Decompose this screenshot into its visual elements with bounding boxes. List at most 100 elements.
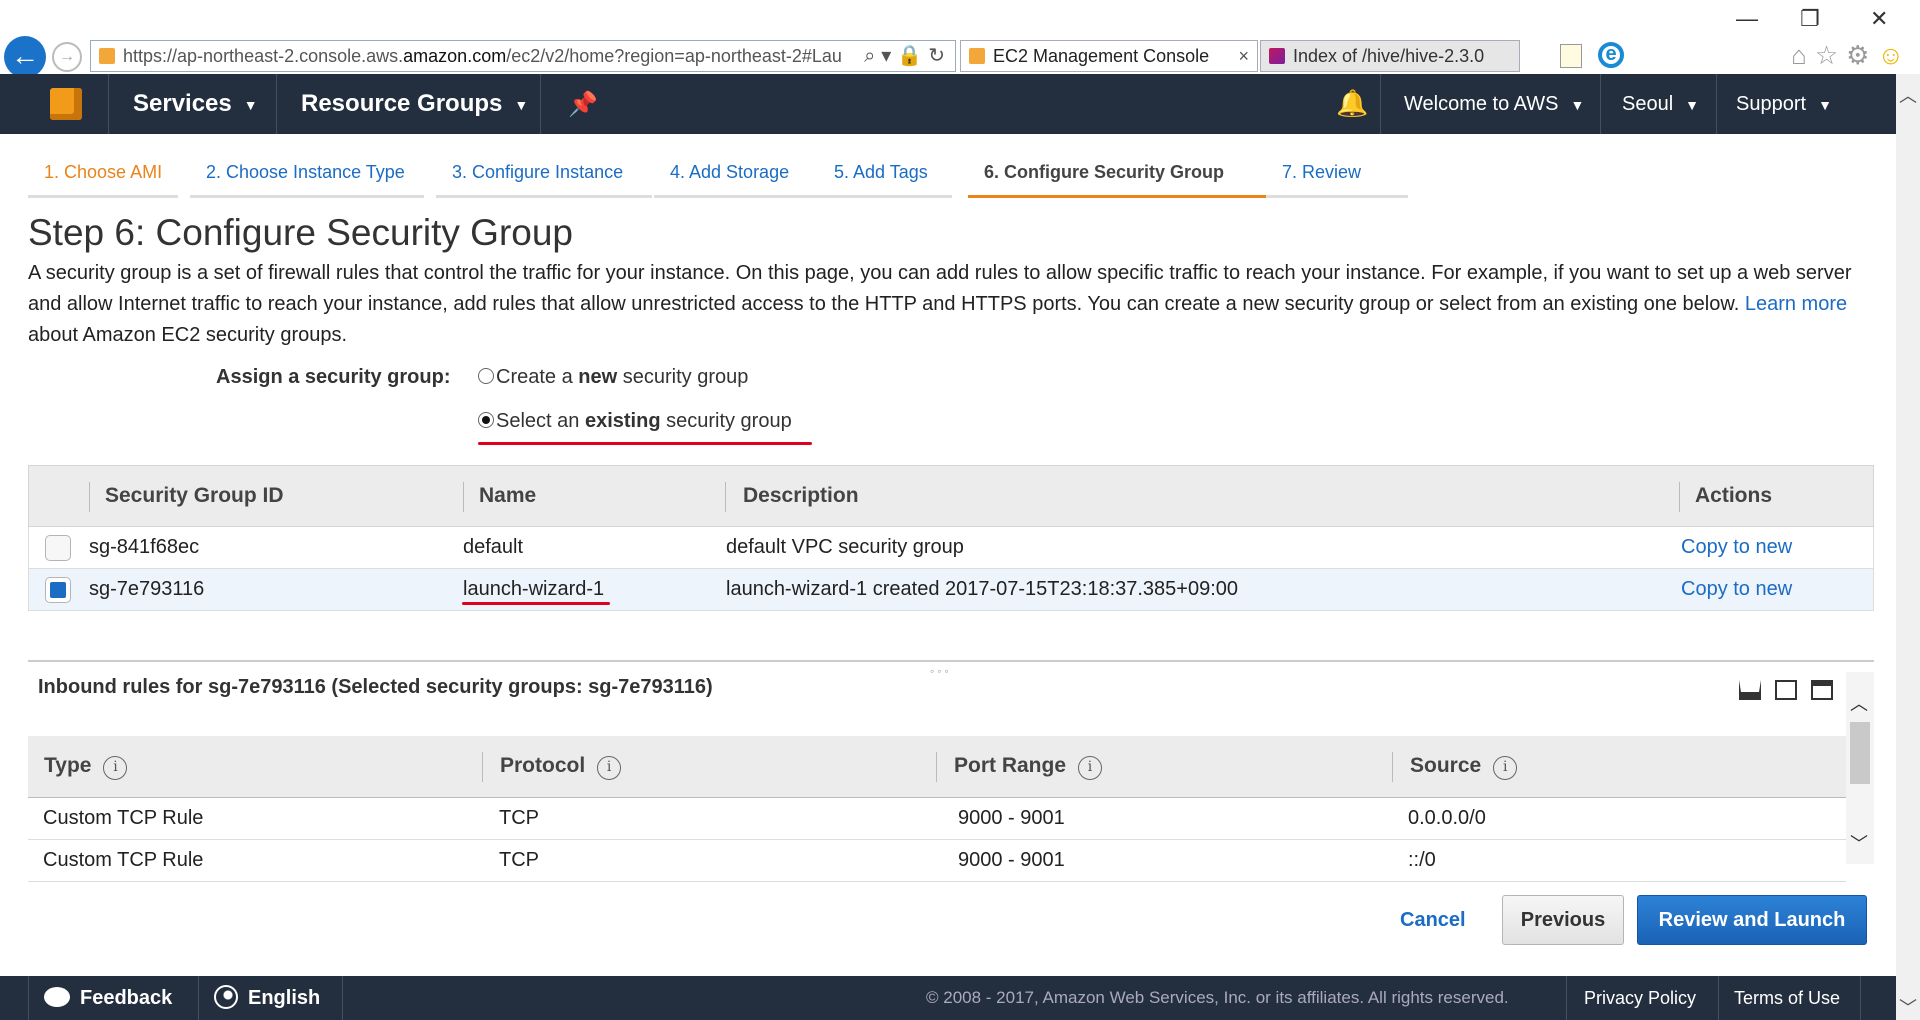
address-bar[interactable]: https://ap-northeast-2.console.aws.amazo… bbox=[90, 40, 956, 72]
divider bbox=[1600, 74, 1601, 134]
rule-port-range: 9000 - 9001 bbox=[958, 807, 1065, 829]
row-checkbox-checked[interactable] bbox=[45, 577, 71, 603]
caret-down-icon: ▼ bbox=[1818, 96, 1832, 113]
aws-favicon-icon bbox=[969, 48, 985, 64]
close-window-icon[interactable]: ✕ bbox=[1870, 6, 1888, 32]
info-icon[interactable]: i bbox=[597, 756, 622, 780]
aws-top-nav: Services ▼ Resource Groups ▼ 📌 🔔 Welcome t… bbox=[0, 74, 1896, 134]
step-review[interactable]: 7. Review bbox=[1266, 150, 1408, 198]
red-annotation-underline bbox=[478, 442, 812, 445]
gear-icon[interactable]: ⚙ bbox=[1846, 40, 1877, 70]
radio-create-new[interactable]: Create a new security group bbox=[478, 366, 748, 389]
new-tab-icon[interactable] bbox=[1560, 44, 1582, 68]
feather-favicon-icon bbox=[1269, 48, 1285, 64]
inbound-scrollbar[interactable]: ︿ ﹀ bbox=[1846, 672, 1874, 864]
copyright-text: © 2008 - 2017, Amazon Web Services, Inc.… bbox=[926, 988, 1509, 1007]
radio-select-existing[interactable]: Select an existing security group bbox=[478, 410, 792, 433]
rule-type: Custom TCP Rule bbox=[43, 849, 204, 871]
caret-down-icon: ▼ bbox=[1685, 96, 1700, 113]
smiley-icon[interactable]: ☺ bbox=[1877, 40, 1912, 70]
scroll-thumb[interactable] bbox=[1850, 722, 1870, 784]
aws-cube-icon[interactable] bbox=[40, 86, 92, 122]
globe-icon bbox=[214, 985, 238, 1009]
caret-down-icon: ▼ bbox=[514, 96, 529, 113]
table-header: Type i Protocol i Port Range i Source i bbox=[28, 736, 1846, 798]
lock-icon[interactable]: 🔒 bbox=[897, 45, 928, 67]
previous-button[interactable]: Previous bbox=[1502, 895, 1624, 945]
home-icon[interactable]: ⌂ bbox=[1791, 40, 1815, 70]
description-tail: about Amazon EC2 security groups. bbox=[28, 324, 348, 346]
tab-hive-index[interactable]: Index of /hive/hive-2.3.0 bbox=[1260, 40, 1520, 72]
col-name[interactable]: Name bbox=[479, 466, 536, 526]
col-protocol: Protocol i bbox=[500, 736, 622, 796]
step-add-tags[interactable]: 5. Add Tags bbox=[818, 150, 952, 198]
scroll-down-icon[interactable]: ﹀ bbox=[1850, 830, 1868, 856]
bell-icon[interactable]: 🔔 bbox=[1336, 88, 1368, 119]
url-domain: amazon.com bbox=[403, 46, 507, 66]
assign-security-group-label: Assign a security group: bbox=[216, 366, 451, 388]
terms-of-use-link[interactable]: Terms of Use bbox=[1734, 976, 1840, 1020]
scroll-down-icon[interactable]: ﹀ bbox=[1896, 994, 1920, 1018]
star-icon[interactable]: ☆ bbox=[1815, 40, 1846, 70]
resource-groups-menu[interactable]: Resource Groups ▼ bbox=[301, 74, 528, 134]
scroll-up-icon[interactable]: ︿ bbox=[1896, 82, 1920, 106]
info-icon[interactable]: i bbox=[103, 756, 128, 780]
description-text: A security group is a set of firewall ru… bbox=[28, 262, 1852, 315]
url-prefix: https://ap-northeast-2.console.aws. bbox=[123, 46, 404, 66]
table-row: Custom TCP Rule TCP 9000 - 9001 0.0.0.0/… bbox=[28, 798, 1846, 840]
step-configure-instance[interactable]: 3. Configure Instance bbox=[436, 150, 652, 198]
copy-to-new-link[interactable]: Copy to new bbox=[1681, 527, 1792, 567]
row-checkbox[interactable] bbox=[45, 535, 71, 561]
scroll-up-icon[interactable]: ︿ bbox=[1850, 690, 1868, 716]
page-scrollbar[interactable]: ︿ ﹀ bbox=[1896, 74, 1920, 1020]
col-security-group-id[interactable]: Security Group ID bbox=[105, 466, 284, 526]
page-description: A security group is a set of firewall ru… bbox=[28, 258, 1878, 351]
col-description[interactable]: Description bbox=[743, 466, 859, 526]
language-button[interactable]: English bbox=[214, 976, 320, 1020]
info-icon[interactable]: i bbox=[1078, 756, 1103, 780]
step-configure-security-group[interactable]: 6. Configure Security Group bbox=[968, 150, 1266, 198]
tab-close-icon[interactable]: × bbox=[1238, 41, 1249, 71]
account-menu[interactable]: Welcome to AWS ▼ bbox=[1404, 74, 1584, 134]
services-menu[interactable]: Services ▼ bbox=[133, 74, 258, 134]
info-icon[interactable]: i bbox=[1493, 756, 1518, 780]
tab-ec2-console[interactable]: EC2 Management Console × bbox=[960, 40, 1258, 72]
panel-half-icon[interactable] bbox=[1775, 680, 1797, 700]
privacy-policy-link[interactable]: Privacy Policy bbox=[1584, 976, 1696, 1020]
rule-protocol: TCP bbox=[499, 807, 539, 829]
table-header: Security Group ID Name Description Actio… bbox=[28, 465, 1874, 527]
support-menu[interactable]: Support ▼ bbox=[1736, 74, 1832, 134]
col-source: Source i bbox=[1410, 736, 1518, 796]
forward-arrow-icon[interactable]: → bbox=[52, 42, 82, 72]
step-choose-instance-type[interactable]: 2. Choose Instance Type bbox=[190, 150, 424, 198]
refresh-icon[interactable]: ↻ bbox=[928, 45, 951, 67]
radio-button[interactable] bbox=[478, 368, 494, 384]
feedback-button[interactable]: Feedback bbox=[44, 976, 172, 1020]
step-choose-ami[interactable]: 1. Choose AMI bbox=[28, 150, 178, 198]
dropdown-icon[interactable]: ▾ bbox=[881, 45, 897, 67]
restore-icon[interactable]: ❐ bbox=[1800, 6, 1820, 32]
search-icon[interactable]: ⌕ bbox=[864, 45, 881, 67]
tab-label: EC2 Management Console bbox=[993, 46, 1210, 66]
table-row-selected[interactable]: sg-7e793116 launch-wizard-1 launch-wizar… bbox=[28, 569, 1874, 611]
cancel-button[interactable]: Cancel bbox=[1400, 900, 1466, 940]
divider bbox=[1716, 74, 1717, 134]
minimize-icon[interactable]: — bbox=[1736, 6, 1758, 32]
sg-description: launch-wizard-1 created 2017-07-15T23:18… bbox=[726, 578, 1239, 600]
rule-protocol: TCP bbox=[499, 849, 539, 871]
panel-maximize-icon[interactable] bbox=[1811, 680, 1833, 700]
inbound-rules-table: Type i Protocol i Port Range i Source i Cust… bbox=[28, 736, 1846, 882]
table-row[interactable]: sg-841f68ec default default VPC security… bbox=[28, 527, 1874, 569]
step-add-storage[interactable]: 4. Add Storage bbox=[654, 150, 830, 198]
pin-icon[interactable]: 📌 bbox=[568, 90, 598, 119]
radio-button-selected[interactable] bbox=[478, 412, 494, 428]
review-and-launch-button[interactable]: Review and Launch bbox=[1637, 895, 1867, 945]
back-arrow-icon[interactable]: ← bbox=[4, 36, 46, 78]
region-menu[interactable]: Seoul ▼ bbox=[1622, 74, 1699, 134]
splitter-grip-icon[interactable]: ◦◦◦ bbox=[930, 664, 952, 678]
panel-minimize-icon[interactable] bbox=[1739, 680, 1761, 700]
panel-splitter[interactable] bbox=[28, 660, 1874, 662]
learn-more-link[interactable]: Learn more bbox=[1745, 293, 1847, 315]
divider bbox=[1380, 74, 1381, 134]
copy-to-new-link[interactable]: Copy to new bbox=[1681, 569, 1792, 609]
